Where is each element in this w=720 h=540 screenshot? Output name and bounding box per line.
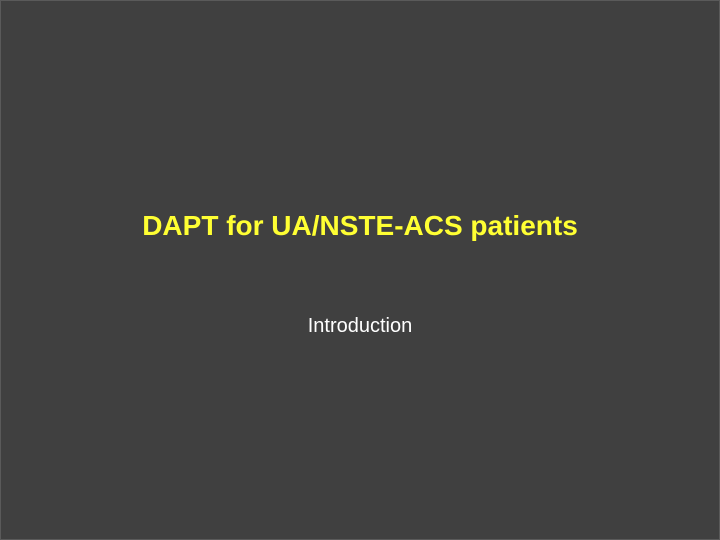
slide: DAPT for UA/NSTE-ACS patients Introducti… xyxy=(0,0,720,540)
slide-subtitle: Introduction xyxy=(307,315,413,337)
slide-title: DAPT for UA/NSTE-ACS patients xyxy=(142,210,578,241)
